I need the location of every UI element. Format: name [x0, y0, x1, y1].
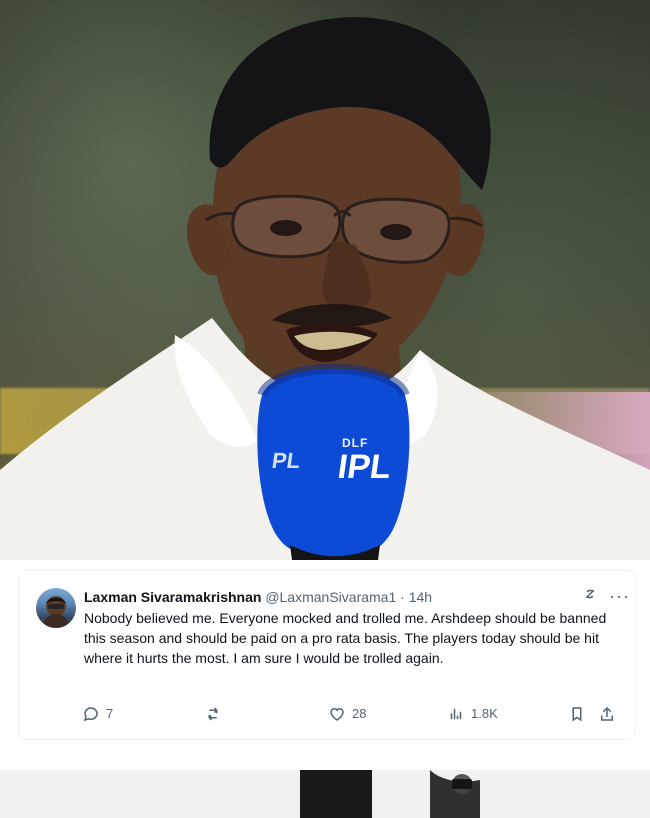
tweet-overlay: Laxman Sivaramakrishnan @LaxmanSivarama1…	[0, 560, 650, 770]
repost-icon	[204, 705, 222, 723]
share-button[interactable]	[598, 702, 616, 726]
like-icon	[328, 705, 346, 723]
author-name[interactable]: Laxman Sivaramakrishnan	[84, 589, 261, 605]
views-count: 1.8K	[471, 706, 498, 721]
avatar-image	[42, 596, 70, 628]
tweet-header: Laxman Sivaramakrishnan @LaxmanSivarama1…	[84, 587, 604, 607]
tweet-text: Nobody believed me. Everyone mocked and …	[84, 610, 607, 666]
photo-bottom-strip	[0, 770, 650, 818]
more-icon[interactable]: ···	[609, 587, 630, 605]
avatar[interactable]	[36, 588, 76, 628]
like-count: 28	[352, 706, 367, 721]
tweet-top-actions: ···	[570, 584, 630, 608]
reply-button[interactable]: 7	[82, 702, 113, 726]
grok-icon[interactable]	[581, 585, 599, 608]
header-separator: ·	[400, 589, 409, 605]
views-button[interactable]: 1.8K	[447, 702, 498, 726]
reply-count: 7	[106, 706, 114, 721]
tweet-time[interactable]: 14h	[409, 589, 432, 605]
repost-button[interactable]	[204, 702, 228, 726]
bookmark-button[interactable]	[568, 702, 586, 726]
views-icon	[447, 705, 465, 723]
photo-bottom-details	[0, 770, 650, 818]
tweet-actions: 7 28 1.8K	[82, 702, 627, 726]
bookmark-icon	[568, 705, 586, 723]
like-button[interactable]: 28	[328, 702, 366, 726]
author-handle[interactable]: @LaxmanSivarama1	[265, 589, 396, 605]
reply-icon	[82, 705, 100, 723]
share-icon	[598, 705, 616, 723]
